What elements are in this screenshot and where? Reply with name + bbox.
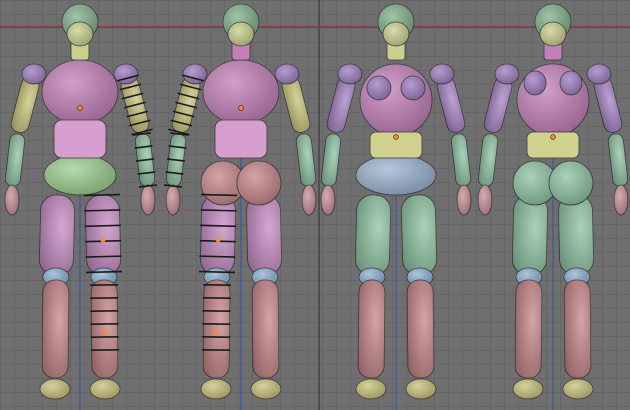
abdomen <box>53 119 107 159</box>
3d-viewport[interactable] <box>0 0 630 410</box>
selected-thigh-ring <box>84 209 121 212</box>
bone-point <box>77 105 83 111</box>
selected-thigh-ring <box>198 270 236 274</box>
selected-thigh-ring <box>84 224 121 228</box>
selected-thigh-ring <box>200 224 237 228</box>
selected-thigh-ring <box>200 193 238 197</box>
bone-point <box>550 134 556 140</box>
selected-thigh-ring <box>83 193 121 197</box>
bone-point <box>393 134 399 140</box>
bone-point <box>102 329 108 335</box>
bone-point <box>215 237 221 243</box>
bone-point <box>238 105 244 111</box>
bone-point <box>213 329 219 335</box>
abdomen <box>214 119 268 159</box>
selected-thigh-ring <box>200 209 237 212</box>
selected-thigh-ring <box>85 255 122 258</box>
selected-thigh-ring <box>199 255 236 258</box>
selected-thigh-ring <box>85 270 123 274</box>
bone-point <box>100 237 106 243</box>
